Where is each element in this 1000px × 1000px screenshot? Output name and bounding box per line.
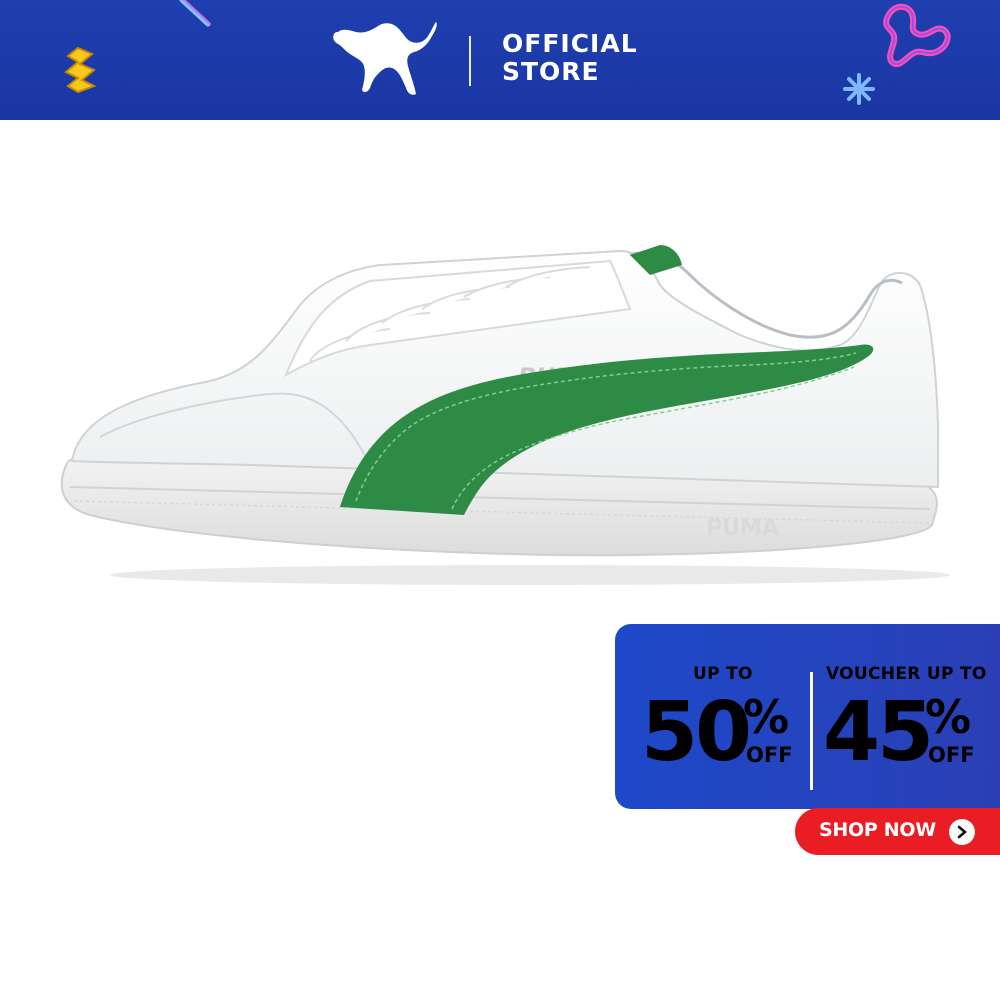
decor-rod-icon xyxy=(179,0,211,27)
decor-star-icon xyxy=(843,73,875,105)
store-line-2: STORE xyxy=(502,57,600,86)
store-line-1: OFFICIAL xyxy=(502,29,638,58)
header-divider xyxy=(469,36,471,86)
promo-left-label: UP TO xyxy=(693,664,753,684)
promo-card[interactable]: UP TO 50 % OFF VOUCHER UP TO 45 % OFF xyxy=(615,624,1000,809)
official-store-label: OFFICIAL STORE xyxy=(502,30,638,86)
shop-now-label: SHOP NOW xyxy=(819,819,936,841)
promo-right-value: 45 xyxy=(823,685,934,780)
shop-now-button[interactable]: SHOP NOW xyxy=(795,808,1000,855)
promo-left-percent: % xyxy=(743,690,790,744)
sole-logo-text: PUMA xyxy=(706,516,779,541)
promo-divider xyxy=(810,672,813,790)
header-banner: OFFICIAL STORE xyxy=(0,0,1000,120)
promo-right-off: OFF xyxy=(928,743,975,767)
chevron-right-icon xyxy=(949,819,975,845)
promo-left-off: OFF xyxy=(746,743,793,767)
decor-squiggle-icon xyxy=(883,3,951,68)
puma-logo-icon xyxy=(333,22,437,95)
promo-right-percent: % xyxy=(925,690,972,744)
decor-zigzag-icon xyxy=(64,46,97,94)
product-shoe-image[interactable]: PUMA PUMA xyxy=(50,225,950,595)
promo-right-label: VOUCHER UP TO xyxy=(826,664,987,684)
promo-left-value: 50 xyxy=(641,685,752,780)
